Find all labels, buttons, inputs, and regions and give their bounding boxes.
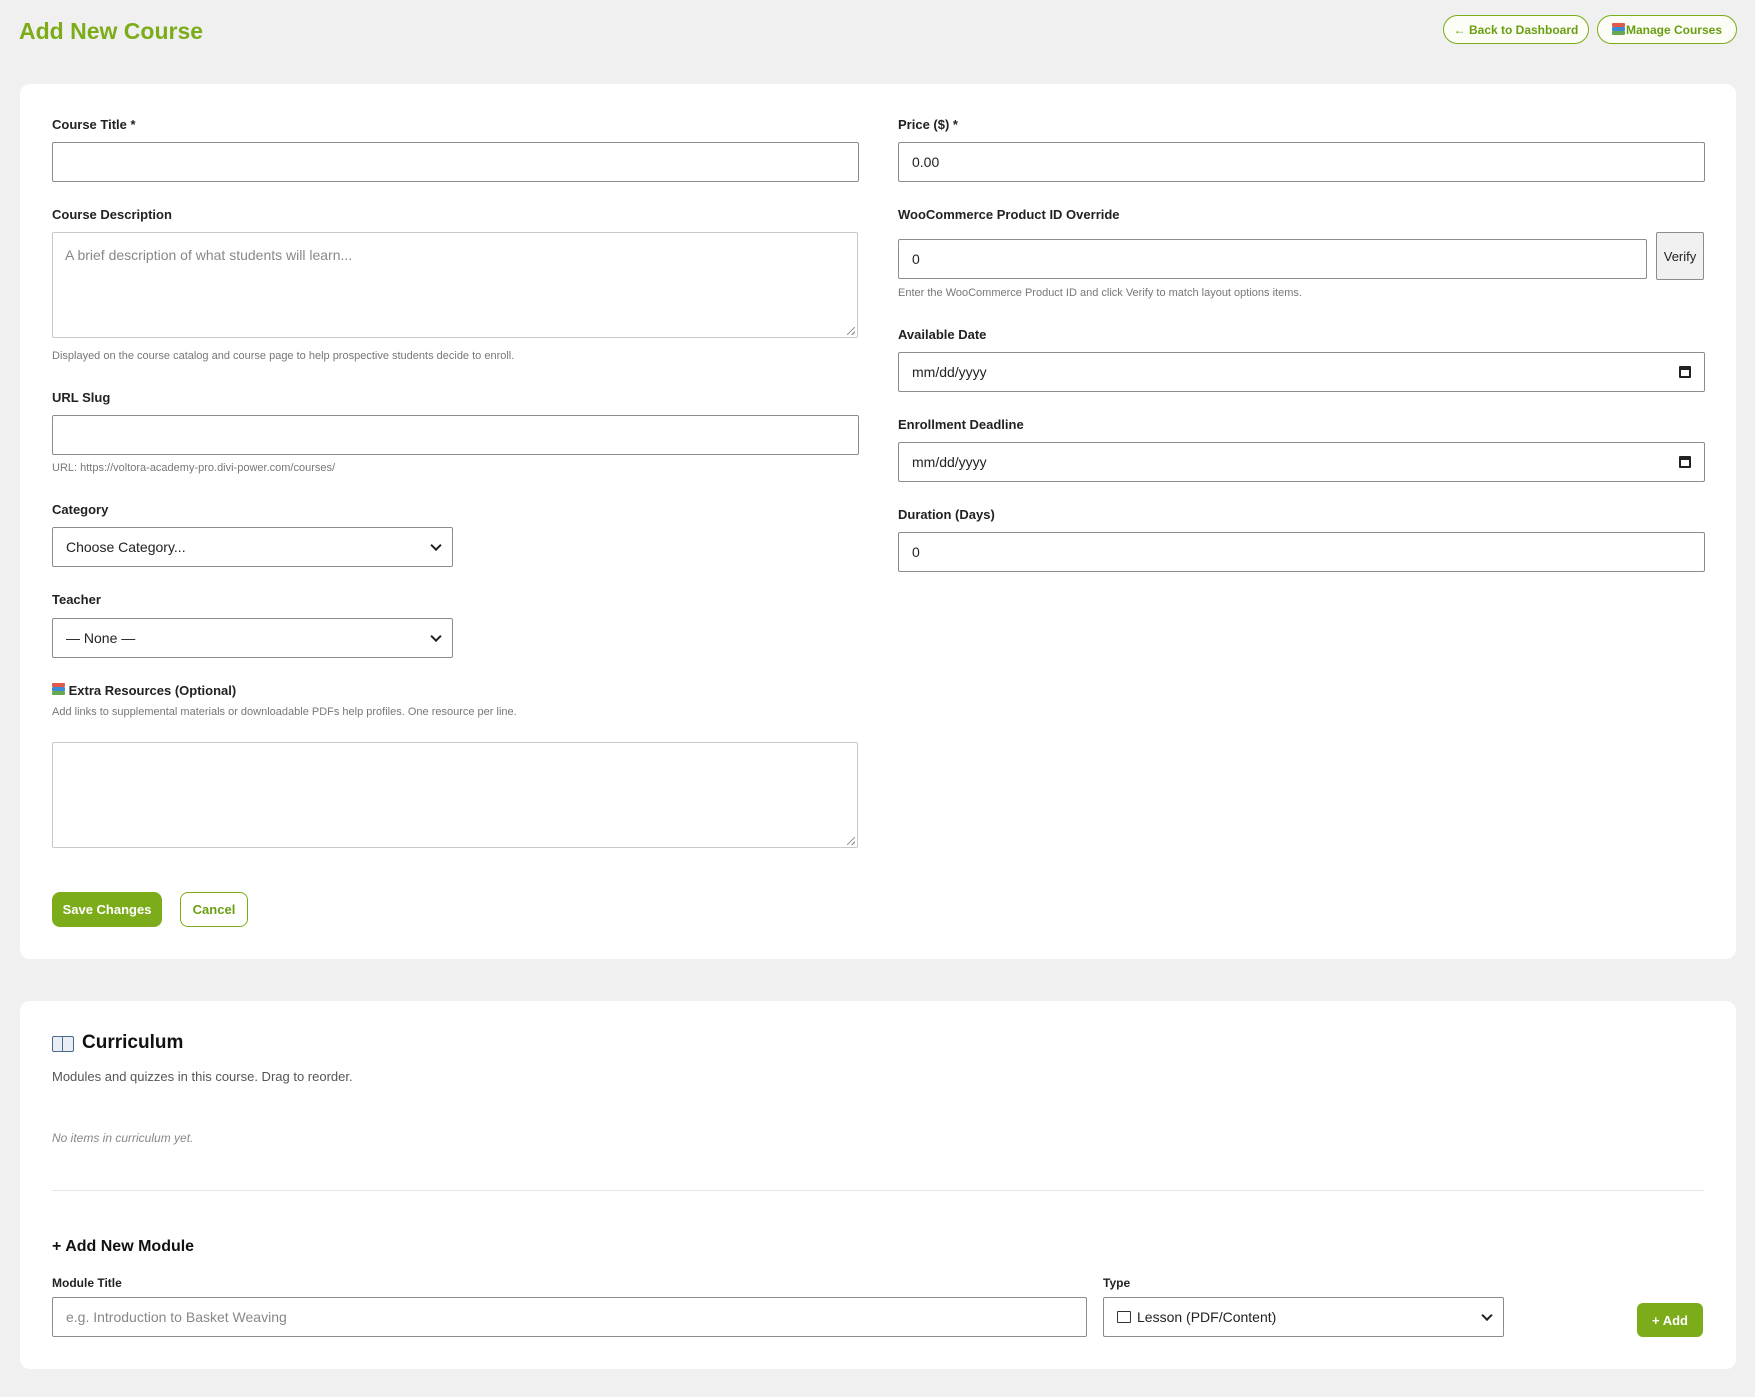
category-select[interactable]: Choose Category... xyxy=(52,527,453,567)
url-slug-input[interactable] xyxy=(52,415,859,455)
enrollment-deadline-label: Enrollment Deadline xyxy=(898,417,1024,432)
teacher-label: Teacher xyxy=(52,592,101,607)
product-id-input[interactable]: 0 xyxy=(898,239,1647,279)
course-form-card: Course Title * Course Description A brie… xyxy=(20,84,1736,959)
resize-handle-icon[interactable] xyxy=(847,327,855,335)
chevron-down-icon xyxy=(430,630,442,643)
price-input[interactable]: 0.00 xyxy=(898,142,1705,182)
course-description-placeholder: A brief description of what students wil… xyxy=(65,247,353,263)
available-date-input[interactable]: mm/dd/yyyy xyxy=(898,352,1705,392)
module-title-label: Module Title xyxy=(52,1276,122,1290)
save-changes-button[interactable]: Save Changes xyxy=(52,892,162,927)
duration-input[interactable]: 0 xyxy=(898,532,1705,572)
product-id-label: WooCommerce Product ID Override xyxy=(898,207,1120,222)
type-select[interactable]: Lesson (PDF/Content) xyxy=(1103,1297,1504,1337)
teacher-selected: — None — xyxy=(66,630,136,646)
duration-label: Duration (Days) xyxy=(898,507,995,522)
lesson-icon xyxy=(1117,1311,1131,1323)
enrollment-deadline-input[interactable]: mm/dd/yyyy xyxy=(898,442,1705,482)
available-date-value: mm/dd/yyyy xyxy=(912,364,987,380)
cancel-button[interactable]: Cancel xyxy=(180,892,248,927)
enrollment-deadline-value: mm/dd/yyyy xyxy=(912,454,987,470)
top-bar: Add New Course ← Back to Dashboard Manag… xyxy=(0,0,1755,80)
product-id-help: Enter the WooCommerce Product ID and cli… xyxy=(898,287,1302,299)
extra-resources-label: Extra Resources (Optional) xyxy=(52,683,236,698)
category-label: Category xyxy=(52,502,109,517)
url-slug-help: URL: https://voltora-academy-pro.divi-po… xyxy=(52,462,336,474)
open-book-icon xyxy=(52,1035,74,1052)
chevron-down-icon xyxy=(1481,1309,1493,1322)
calendar-icon[interactable] xyxy=(1679,366,1691,378)
curriculum-subtitle: Modules and quizzes in this course. Drag… xyxy=(52,1069,353,1084)
extra-resources-help: Add links to supplemental materials or d… xyxy=(52,706,517,718)
curriculum-title: Curriculum xyxy=(52,1032,183,1054)
curriculum-empty-message: No items in curriculum yet. xyxy=(52,1131,194,1145)
type-label: Type xyxy=(1103,1276,1131,1290)
verify-button[interactable]: Verify xyxy=(1656,232,1704,280)
category-selected: Choose Category... xyxy=(66,539,186,555)
course-title-input[interactable] xyxy=(52,142,859,182)
extra-resources-textarea[interactable] xyxy=(52,742,858,848)
manage-courses-button[interactable]: Manage Courses xyxy=(1597,15,1737,44)
divider xyxy=(52,1190,1704,1191)
manage-courses-label: Manage Courses xyxy=(1625,22,1722,37)
course-description-help: Displayed on the course catalog and cour… xyxy=(52,350,515,362)
chevron-down-icon xyxy=(430,539,442,552)
course-description-textarea[interactable]: A brief description of what students wil… xyxy=(52,232,858,338)
calendar-icon[interactable] xyxy=(1679,456,1691,468)
books-icon xyxy=(1612,23,1625,36)
type-selected: Lesson (PDF/Content) xyxy=(1137,1309,1277,1325)
resize-handle-icon[interactable] xyxy=(847,837,855,845)
back-to-dashboard-button[interactable]: ← Back to Dashboard xyxy=(1443,15,1589,44)
course-title-label: Course Title * xyxy=(52,117,136,132)
module-title-input[interactable]: e.g. Introduction to Basket Weaving xyxy=(52,1297,1087,1337)
extra-resources-label-text: Extra Resources (Optional) xyxy=(68,683,237,698)
available-date-label: Available Date xyxy=(898,327,987,342)
back-to-dashboard-label: ← Back to Dashboard xyxy=(1453,22,1579,37)
url-slug-label: URL Slug xyxy=(52,390,111,405)
add-module-button[interactable]: + Add xyxy=(1637,1303,1703,1337)
curriculum-title-text: Curriculum xyxy=(82,1032,184,1053)
price-label: Price ($) * xyxy=(898,117,958,132)
page-title: Add New Course xyxy=(19,18,204,44)
teacher-select[interactable]: — None — xyxy=(52,618,453,658)
add-new-module-heading: + Add New Module xyxy=(52,1238,195,1255)
books-icon xyxy=(52,683,65,696)
course-description-label: Course Description xyxy=(52,207,172,222)
curriculum-card: Curriculum Modules and quizzes in this c… xyxy=(20,1001,1736,1369)
